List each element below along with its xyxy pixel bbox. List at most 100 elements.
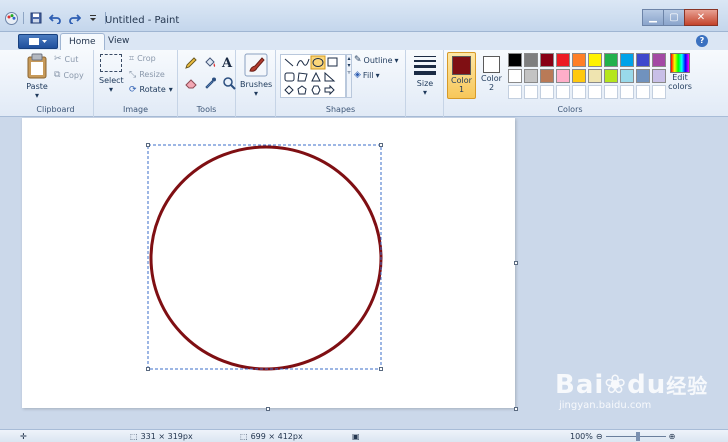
palette-swatch[interactable] [588,69,602,83]
resize-button[interactable]: ⤡ Resize [129,70,165,80]
palette-swatch[interactable] [636,85,650,99]
resize-label: Resize [139,70,165,79]
menu-icon [29,38,47,45]
tools-grid: A [184,56,238,93]
ribbon-tabs: Home View ? [0,32,728,50]
palette-swatch[interactable] [652,85,666,99]
tab-home[interactable]: Home [60,33,105,50]
paint-app-icon[interactable] [4,11,18,25]
palette-swatch[interactable] [620,85,634,99]
selection-handle[interactable] [146,367,150,371]
watermark-url: jingyan.baidu.com [559,400,652,411]
brushes-button[interactable]: Brushes ▾ [240,53,272,98]
maximize-button[interactable]: ▢ [663,9,685,26]
canvas-resize-handle-right[interactable] [514,261,518,265]
fill-button[interactable]: ◈ Fill ▾ [354,70,380,80]
palette-swatch[interactable] [604,53,618,67]
color-palette [508,53,666,99]
canvas-resize-handle-bottom[interactable] [266,407,270,411]
quick-access-toolbar [4,11,106,25]
image-group: Select ▾ ⌗ Crop ⤡ Resize ⟳ Rotate ▾ Imag… [94,50,178,117]
palette-swatch[interactable] [636,69,650,83]
tab-view[interactable]: View [100,33,137,50]
canvas-resize-handle-corner[interactable] [514,407,518,411]
palette-swatch[interactable] [636,53,650,67]
brushes-label: Brushes [240,80,273,89]
crop-button[interactable]: ⌗ Crop [129,54,156,64]
image-group-label: Image [122,105,149,114]
pentagon-shape-icon [297,85,307,95]
selection-handle[interactable] [379,367,383,371]
file-size: ▣ [352,432,360,441]
help-icon[interactable]: ? [696,35,708,47]
cut-button[interactable]: ✂ Cut [54,54,78,64]
shapes-group: ▴ ▾ ▿ ✎ Outline ▾ ◈ Fill ▾ Shapes [276,50,406,117]
copy-button[interactable]: ⧉ Copy [54,70,84,80]
palette-swatch[interactable] [588,85,602,99]
palette-swatch[interactable] [508,85,522,99]
pencil-icon[interactable] [184,56,200,73]
undo-icon[interactable] [48,11,62,25]
shapes-scroll[interactable]: ▴ ▾ ▿ [346,54,352,98]
chevron-down-icon: ▾ [394,55,399,65]
palette-swatch[interactable] [540,85,554,99]
customize-toolbar-icon[interactable] [86,11,100,25]
color-picker-icon[interactable] [203,76,219,93]
size-button[interactable]: Size ▾ [412,54,438,97]
outline-icon: ✎ [354,55,362,65]
canvas-size-icon: ⬚ [240,432,248,441]
rotate-button[interactable]: ⟳ Rotate ▾ [129,85,173,95]
palette-swatch[interactable] [604,85,618,99]
selection-handle[interactable] [379,143,383,147]
minimize-icon: ▁ [649,12,657,23]
select-button[interactable]: Select ▾ [99,54,124,94]
close-button[interactable]: ✕ [684,9,718,26]
palette-swatch[interactable] [524,53,538,67]
palette-swatch[interactable] [572,69,586,83]
brushes-group: Brushes ▾ [236,50,276,117]
curve-shape-icon [296,58,310,67]
paint-menu-button[interactable] [18,34,58,49]
line-size-icon [414,56,436,75]
palette-swatch[interactable] [652,53,666,67]
chevron-down-icon: ▾ [375,70,380,80]
palette-swatch[interactable] [540,69,554,83]
colors-group-label: Colors [557,105,583,114]
palette-swatch[interactable] [620,53,634,67]
save-icon[interactable] [29,11,43,25]
oval-shape-icon [310,55,326,70]
selection-handle[interactable] [146,143,150,147]
drawing-layer [147,144,383,371]
palette-swatch[interactable] [524,85,538,99]
redo-icon[interactable] [67,11,81,25]
palette-swatch[interactable] [524,69,538,83]
palette-swatch[interactable] [572,53,586,67]
palette-swatch[interactable] [556,53,570,67]
palette-swatch[interactable] [508,53,522,67]
outline-button[interactable]: ✎ Outline ▾ [354,55,399,65]
palette-swatch[interactable] [508,69,522,83]
palette-swatch[interactable] [556,85,570,99]
drawing-canvas[interactable] [22,118,515,408]
palette-swatch[interactable] [604,69,618,83]
paste-button[interactable]: Paste ▾ [23,53,51,100]
palette-swatch[interactable] [540,53,554,67]
fill-icon: ◈ [354,70,361,80]
eraser-icon[interactable] [184,76,200,93]
edit-colors-button[interactable]: Edit colors [666,53,694,91]
zoom-in-icon[interactable]: ⊕ [669,432,676,441]
palette-swatch[interactable] [652,69,666,83]
minimize-button[interactable]: ▁ [642,9,664,26]
zoom-slider-thumb[interactable] [635,432,640,441]
palette-swatch[interactable] [556,69,570,83]
selection-size-icon: ⬚ [130,432,138,441]
fill-bucket-icon[interactable] [203,56,219,73]
palette-swatch[interactable] [572,85,586,99]
hexagon-shape-icon [311,85,321,95]
color2-button[interactable]: Color 2 [479,52,504,92]
zoom-out-icon[interactable]: ⊖ [596,432,603,441]
palette-swatch[interactable] [620,69,634,83]
palette-swatch[interactable] [588,53,602,67]
zoom-slider[interactable] [605,432,666,441]
color1-button[interactable]: Color 1 [447,52,476,99]
